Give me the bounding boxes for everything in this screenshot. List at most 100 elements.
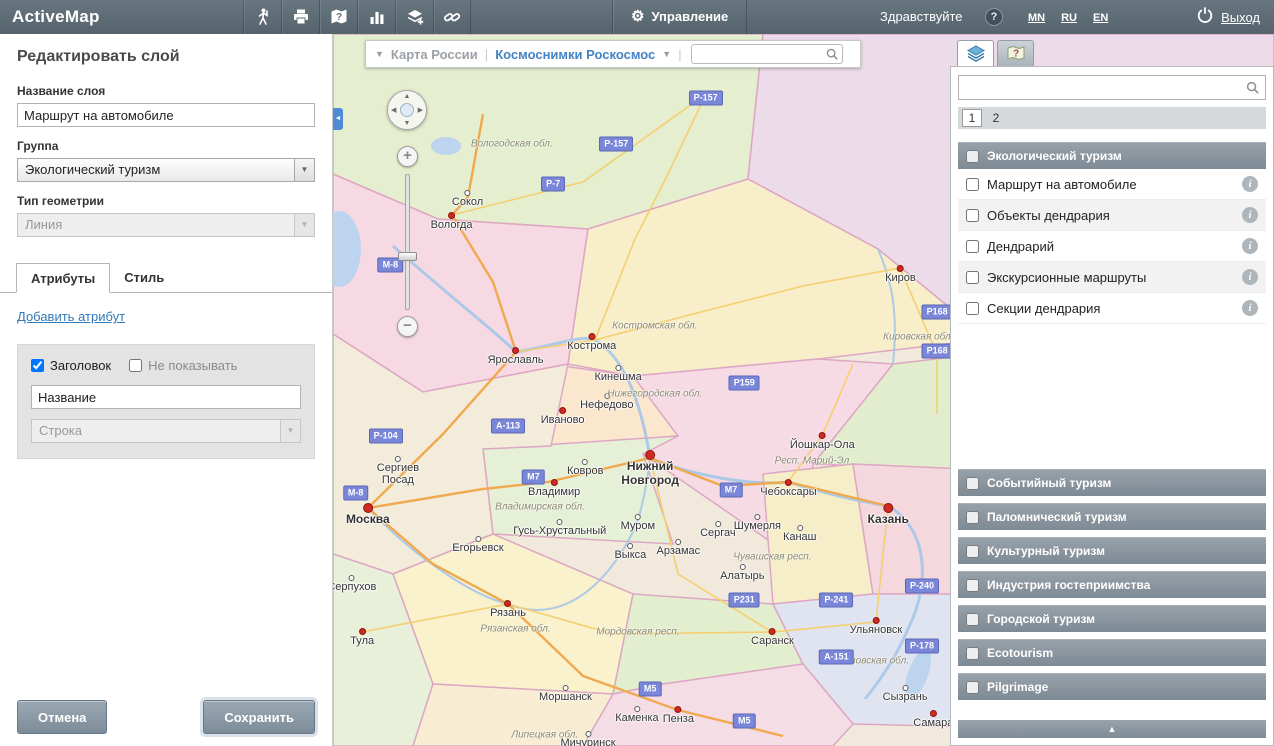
layer-row[interactable]: Дендрарийi — [958, 231, 1266, 262]
map-pan-control[interactable]: ▲ ▼ ◀ ▶ — [387, 90, 427, 130]
map-question-icon: ? — [1006, 44, 1026, 64]
info-icon[interactable]: i — [1242, 238, 1258, 254]
language-switcher: MN RU EN — [1028, 0, 1124, 35]
save-button[interactable]: Сохранить — [203, 700, 315, 734]
layer-row[interactable]: Объекты дендрарияi — [958, 200, 1266, 231]
map-search-input[interactable] — [691, 44, 843, 64]
layer-group-header[interactable]: Pilgrimage — [958, 673, 1266, 700]
page-1[interactable]: 1 — [962, 109, 982, 127]
layers-panel-body: 12 Экологический туризмМаршрут на автомо… — [950, 66, 1274, 746]
title-checkbox[interactable] — [31, 359, 44, 372]
zoom-in-button[interactable]: + — [397, 146, 418, 167]
layer-group-header[interactable]: Событийный туризм — [958, 469, 1266, 496]
layer-row[interactable]: Экскурсионные маршрутыi — [958, 262, 1266, 293]
map-question-icon: ? — [329, 7, 349, 27]
link-button[interactable] — [433, 0, 471, 34]
pan-left-icon: ◀ — [391, 106, 396, 114]
info-icon[interactable]: i — [1242, 300, 1258, 316]
zoom-slider-track[interactable] — [405, 174, 410, 310]
layer-group-header[interactable]: Экологический туризм — [958, 142, 1266, 169]
layers-pagination: 12 — [958, 107, 1266, 129]
group-checkbox[interactable] — [966, 511, 979, 524]
chevron-down-icon: ▼ — [294, 159, 314, 181]
group-select[interactable]: Экологический туризм ▼ — [17, 158, 315, 182]
layer-name-label: Название слоя — [17, 84, 315, 98]
editor-tabs: Атрибуты Стиль — [0, 263, 332, 293]
power-icon — [1196, 6, 1214, 29]
layer-name-input[interactable] — [17, 103, 315, 127]
left-panel-collapse-button[interactable]: ◄ — [333, 108, 343, 130]
attribute-name-input[interactable] — [31, 385, 301, 409]
group-checkbox[interactable] — [966, 579, 979, 592]
link-icon — [442, 7, 462, 27]
group-checkbox[interactable] — [966, 477, 979, 490]
layer-checkbox[interactable] — [966, 178, 979, 191]
printer-button[interactable] — [281, 0, 319, 34]
group-select-value: Экологический туризм — [25, 162, 160, 177]
layer-group-header[interactable]: Культурный туризм — [958, 537, 1266, 564]
group-checkbox[interactable] — [966, 681, 979, 694]
header-tools: ? — [243, 0, 471, 34]
toolbar-separator: | — [485, 47, 488, 62]
layer-checkbox[interactable] — [966, 271, 979, 284]
lang-link-mn[interactable]: MN — [1028, 12, 1045, 24]
info-icon[interactable]: i — [1242, 269, 1258, 285]
layer-group-name: Событийный туризм — [987, 476, 1111, 490]
group-checkbox[interactable] — [966, 150, 979, 163]
base-layer-select[interactable]: Карта России — [391, 47, 478, 62]
group-checkbox[interactable] — [966, 647, 979, 660]
layer-group-name: Городской туризм — [987, 612, 1095, 626]
layer-group-header[interactable]: Ecotourism — [958, 639, 1266, 666]
zoom-slider-handle[interactable] — [398, 252, 417, 261]
attribute-type-select: Строка▼ — [31, 419, 301, 443]
layer-checkbox[interactable] — [966, 302, 979, 315]
layer-group: Городской туризм — [958, 605, 1266, 632]
chevron-down-icon[interactable]: ▼ — [662, 49, 671, 59]
info-icon[interactable]: i — [1242, 207, 1258, 223]
add-attribute-link[interactable]: Добавить атрибут — [17, 309, 125, 324]
tab-layers[interactable] — [957, 40, 994, 66]
layer-group: Экологический туризмМаршрут на автомобил… — [958, 142, 1266, 324]
layer-row[interactable]: Маршрут на автомобилеi — [958, 169, 1266, 200]
page-2[interactable]: 2 — [986, 109, 1006, 127]
bar-chart-button[interactable] — [357, 0, 395, 34]
group-checkbox[interactable] — [966, 545, 979, 558]
add-layer-button[interactable] — [395, 0, 433, 34]
logout-area: Выход — [1196, 0, 1260, 34]
hide-checkbox[interactable] — [129, 359, 142, 372]
top-bar: ActiveMap ? ⚙Управление Здравствуйте ? M… — [0, 0, 1274, 34]
management-label: Управление — [651, 9, 728, 24]
layer-group-header[interactable]: Индустрия гостеприимства — [958, 571, 1266, 598]
tab-attributes[interactable]: Атрибуты — [16, 263, 110, 293]
pan-center-icon — [400, 103, 414, 117]
layer-checkbox[interactable] — [966, 240, 979, 253]
layer-group-name: Индустрия гостеприимства — [987, 578, 1150, 592]
help-icon[interactable]: ? — [985, 8, 1003, 26]
layer-group-header[interactable]: Паломнический туризм — [958, 503, 1266, 530]
tab-map-legend[interactable]: ? — [997, 40, 1034, 66]
management-menu[interactable]: ⚙Управление — [612, 0, 747, 34]
lang-link-en[interactable]: EN — [1093, 12, 1108, 24]
zoom-out-button[interactable]: − — [397, 316, 418, 337]
layer-group-name: Ecotourism — [987, 646, 1053, 660]
layer-group-header[interactable]: Городской туризм — [958, 605, 1266, 632]
layer-row[interactable]: Секции дендрарияi — [958, 293, 1266, 324]
chevron-down-icon[interactable]: ▼ — [375, 49, 384, 59]
layer-checkbox[interactable] — [966, 209, 979, 222]
layer-group: Событийный туризм — [958, 469, 1266, 496]
pan-up-icon: ▲ — [404, 93, 411, 100]
cancel-button[interactable]: Отмена — [17, 700, 107, 734]
tab-style[interactable]: Стиль — [110, 263, 178, 292]
layers-search — [958, 75, 1266, 100]
panel-title: Редактировать слой — [17, 48, 315, 66]
walker-button[interactable] — [243, 0, 281, 34]
lang-link-ru[interactable]: RU — [1061, 12, 1077, 24]
printer-icon — [291, 7, 311, 27]
logout-link[interactable]: Выход — [1221, 10, 1260, 25]
overlay-layer-select[interactable]: Космоснимки Роскосмос — [495, 47, 655, 62]
info-icon[interactable]: i — [1242, 176, 1258, 192]
panel-collapse-bar[interactable]: ▲ — [958, 720, 1266, 738]
layers-search-input[interactable] — [958, 75, 1266, 100]
group-checkbox[interactable] — [966, 613, 979, 626]
map-question-button[interactable]: ? — [319, 0, 357, 34]
